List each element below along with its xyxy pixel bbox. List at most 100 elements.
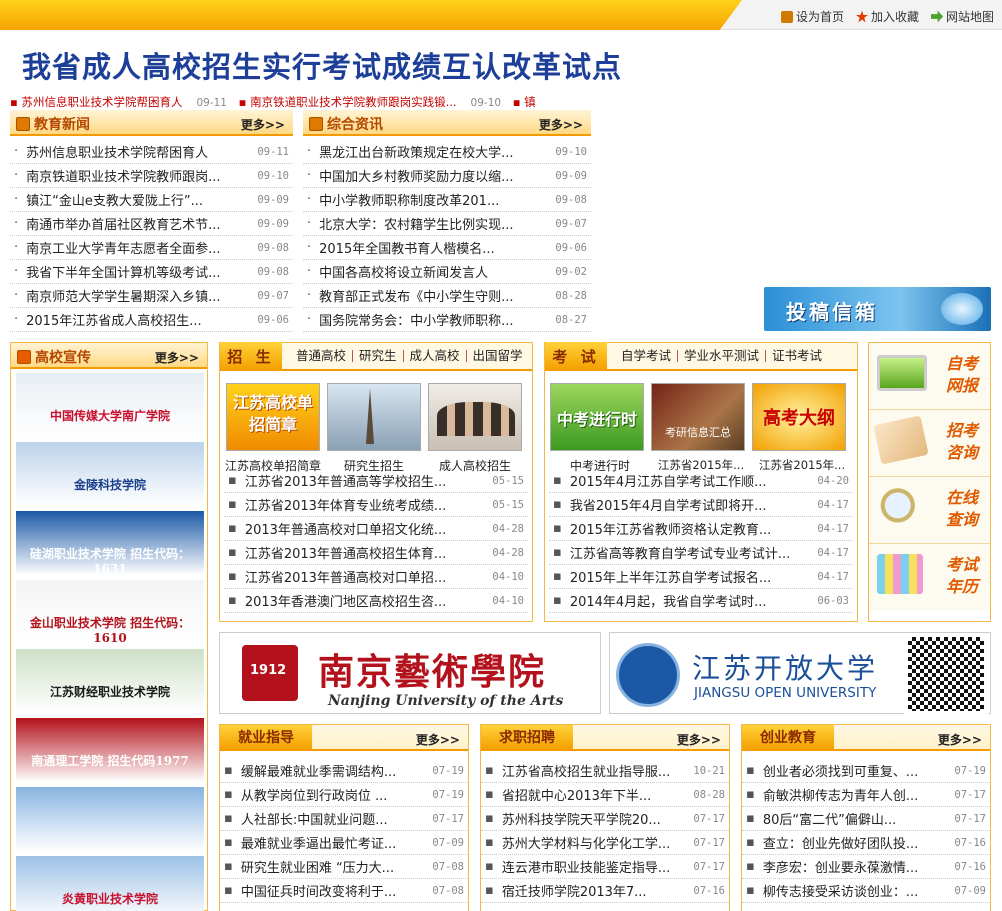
list-item-title[interactable]: 我省下半年全国计算机等级考试... <box>26 262 251 281</box>
submit-mailbox-banner[interactable]: 投稿信箱 <box>764 287 991 331</box>
list-item-title[interactable]: 2014年4月起，我省自学考试时... <box>570 591 812 610</box>
list-item-title[interactable]: 2015年4月江苏自学考试工作顺... <box>570 471 812 490</box>
employment-more-link[interactable]: 更多>> <box>416 731 460 748</box>
site-map-link[interactable]: 网站地图 <box>930 8 994 25</box>
list-item[interactable]: · 中国各高校将设立新闻发言人 09-02 <box>303 260 591 284</box>
tab-adult-college[interactable]: 成人高校 <box>404 349 467 362</box>
list-item[interactable]: ▪ 2015年上半年江苏自学考试报名... 04-17 <box>549 565 853 589</box>
list-item-title[interactable]: 苏州科技学院天平学院20... <box>502 809 688 828</box>
list-item[interactable]: · 南京师范大学学生暑期深入乡镇... 09-07 <box>10 284 293 308</box>
self-exam-register-link[interactable]: 自考 网报 <box>869 343 990 410</box>
list-item[interactable]: ▪ 省招就中心2013年下半... 08-28 <box>481 783 729 807</box>
list-item[interactable]: ▪ 创业者必须找到可重复、... 07-19 <box>742 759 990 783</box>
list-item-title[interactable]: 2013年香港澳门地区高校招生咨... <box>245 591 487 610</box>
college-promo-image[interactable]: 江苏财经职业技术学院 <box>16 649 204 713</box>
list-item[interactable]: ▪ 中国征兵时间改变将利于... 07-08 <box>220 879 468 903</box>
list-item[interactable]: · 南通市举办首届社区教育艺术节... 09-09 <box>10 212 293 236</box>
list-item-title[interactable]: 教育部正式发布《中小学生守则... <box>319 286 549 305</box>
jiangsu-open-university-banner[interactable]: 江苏开放大学 JIANGSU OPEN UNIVERSITY <box>609 632 991 715</box>
list-item-title[interactable]: 我省2015年4月自学考试即将开... <box>570 495 812 514</box>
list-item[interactable]: · 中小学教师职称制度改革201... 09-08 <box>303 188 591 212</box>
ticker-item[interactable]: ▪ 苏州信息职业技术学院帮困育人 09-11 <box>10 94 227 110</box>
list-item-title[interactable]: 人社部长:中国就业问题... <box>241 809 427 828</box>
list-item[interactable]: ▪ 我省2015年4月自学考试即将开... 04-17 <box>549 493 853 517</box>
list-item[interactable]: ▪ 江苏省高校招生就业指导服... 10-21 <box>481 759 729 783</box>
college-promo-image[interactable]: 金陵科技学院 <box>16 442 204 506</box>
list-item-title[interactable]: 中小学教师职称制度改革201... <box>319 190 549 209</box>
online-query-link[interactable]: 在线 查询 <box>869 477 990 544</box>
list-item[interactable]: · 南京工业大学青年志愿者全面参... 09-08 <box>10 236 293 260</box>
list-item-title[interactable]: 柳传志接受采访谈创业：... <box>763 881 949 900</box>
zhongkao-thumb[interactable]: 中考进行时 <box>550 383 644 451</box>
tab-study-abroad[interactable]: 出国留学 <box>467 349 529 362</box>
list-item[interactable]: ▪ 苏州大学材料与化学化工学... 07-17 <box>481 831 729 855</box>
list-item-title[interactable]: 缓解最难就业季需调结构... <box>241 761 427 780</box>
list-item[interactable]: ▪ 2015年4月江苏自学考试工作顺... 04-20 <box>549 469 853 493</box>
list-item-title[interactable]: 从教学岗位到行政岗位 ... <box>241 785 427 804</box>
college-promo-image[interactable]: 炎黄职业技术学院 <box>16 856 204 911</box>
single-admission-thumb[interactable]: 江苏高校单招简章 <box>226 383 320 451</box>
college-promo-more-link[interactable]: 更多>> <box>155 349 199 366</box>
tab-regular-college[interactable]: 普通高校 <box>290 349 354 362</box>
list-item-title[interactable]: 黑龙江出台新政策规定在校大学... <box>319 142 549 161</box>
tab-certificate-exam[interactable]: 证书考试 <box>766 349 828 362</box>
list-item[interactable]: ▪ 2013年香港澳门地区高校招生咨... 04-10 <box>224 589 528 613</box>
list-item[interactable]: ▪ 宿迁技师学院2013年7... 07-16 <box>481 879 729 903</box>
list-item-title[interactable]: 连云港市职业技能鉴定指导... <box>502 857 688 876</box>
list-item[interactable]: · 南京铁道职业技术学院教师跟岗... 09-10 <box>10 164 293 188</box>
list-item-title[interactable]: 苏州信息职业技术学院帮困育人 <box>26 142 251 161</box>
ticker-item[interactable]: ▪ 南京铁道职业技术学院教师跟岗实践锻... 09-10 <box>239 94 501 110</box>
list-item[interactable]: ▪ 人社部长:中国就业问题... 07-17 <box>220 807 468 831</box>
list-item[interactable]: ▪ 缓解最难就业季需调结构... 07-19 <box>220 759 468 783</box>
list-item-title[interactable]: 南京师范大学学生暑期深入乡镇... <box>26 286 251 305</box>
adult-college-thumb[interactable] <box>428 383 522 451</box>
list-item[interactable]: · 苏州信息职业技术学院帮困育人 09-11 <box>10 140 293 164</box>
list-item[interactable]: ▪ 柳传志接受采访谈创业：... 07-09 <box>742 879 990 903</box>
list-item-title[interactable]: 创业者必须找到可重复、... <box>763 761 949 780</box>
list-item[interactable]: ▪ 李彦宏：创业要永葆激情... 07-16 <box>742 855 990 879</box>
list-item-title[interactable]: 2015年江苏省教师资格认定教育... <box>570 519 812 538</box>
list-item[interactable]: ▪ 江苏省2013年普通高等学校招生... 05-15 <box>224 469 528 493</box>
list-item-title[interactable]: 镇江“金山e支教大爱陇上行”... <box>26 190 251 209</box>
list-item[interactable]: ▪ 俞敏洪柳传志为青年人创... 07-17 <box>742 783 990 807</box>
set-homepage-link[interactable]: 设为首页 <box>780 8 844 25</box>
ticker-item[interactable]: ▪ 镇 <box>513 94 536 110</box>
list-item-title[interactable]: 80后“富二代”偏僻山... <box>763 809 949 828</box>
list-item-title[interactable]: 江苏省2013年体育专业统考成绩... <box>245 495 487 514</box>
college-promo-image[interactable]: 南通理工学院 招生代码1977 <box>16 718 204 782</box>
list-item-title[interactable]: 研究生就业困难 “压力大... <box>241 857 427 876</box>
graduate-thumb[interactable] <box>327 383 421 451</box>
list-item[interactable]: ▪ 江苏省2013年普通高校招生体育... 04-28 <box>224 541 528 565</box>
list-item-title[interactable]: 江苏省2013年普通高校招生体育... <box>245 543 487 562</box>
list-item-title[interactable]: 查立：创业先做好团队投... <box>763 833 949 852</box>
list-item-title[interactable]: 李彦宏：创业要永葆激情... <box>763 857 949 876</box>
list-item-title[interactable]: 江苏省2013年普通高校对口单招... <box>245 567 487 586</box>
list-item[interactable]: · 镇江“金山e支教大爱陇上行”... 09-09 <box>10 188 293 212</box>
list-item[interactable]: ▪ 连云港市职业技能鉴定指导... 07-17 <box>481 855 729 879</box>
nanjing-arts-banner[interactable]: 1912 南京藝術學院 Nanjing University of the Ar… <box>219 632 601 714</box>
general-news-more-link[interactable]: 更多>> <box>539 116 583 133</box>
college-promo-image[interactable]: 硅湖职业技术学院 招生代码：1631 <box>16 511 204 575</box>
recruit-more-link[interactable]: 更多>> <box>677 731 721 748</box>
list-item[interactable]: ▪ 2014年4月起，我省自学考试时... 06-03 <box>549 589 853 613</box>
list-item-title[interactable]: 江苏省2013年普通高等学校招生... <box>245 471 487 490</box>
list-item-title[interactable]: 苏州大学材料与化学化工学... <box>502 833 688 852</box>
list-item-title[interactable]: 南通市举办首届社区教育艺术节... <box>26 214 251 233</box>
startup-more-link[interactable]: 更多>> <box>938 731 982 748</box>
list-item-title[interactable]: 中国加大乡村教师奖励力度以缩... <box>319 166 549 185</box>
list-item-title[interactable]: 江苏省高校招生就业指导服... <box>502 761 688 780</box>
list-item-title[interactable]: 俞敏洪柳传志为青年人创... <box>763 785 949 804</box>
college-promo-image[interactable]: 中国传媒大学南广学院 <box>16 373 204 437</box>
list-item[interactable]: ▪ 从教学岗位到行政岗位 ... 07-19 <box>220 783 468 807</box>
list-item-title[interactable]: 南京工业大学青年志愿者全面参... <box>26 238 251 257</box>
list-item-title[interactable]: 中国各高校将设立新闻发言人 <box>319 262 549 281</box>
list-item-title[interactable]: 江苏省高等教育自学考试专业考试计... <box>570 543 812 562</box>
list-item[interactable]: ▪ 研究生就业困难 “压力大... 07-08 <box>220 855 468 879</box>
add-favorite-link[interactable]: 加入收藏 <box>855 8 919 25</box>
tab-self-study-exam[interactable]: 自学考试 <box>615 349 679 362</box>
list-item[interactable]: · 北京大学：农村籍学生比例实现... 09-07 <box>303 212 591 236</box>
list-item[interactable]: · 教育部正式发布《中小学生守则... 08-28 <box>303 284 591 308</box>
list-item-title[interactable]: 北京大学：农村籍学生比例实现... <box>319 214 549 233</box>
gaokao-thumb[interactable]: 高考大纲 <box>752 383 846 451</box>
list-item[interactable]: · 中国加大乡村教师奖励力度以缩... 09-09 <box>303 164 591 188</box>
